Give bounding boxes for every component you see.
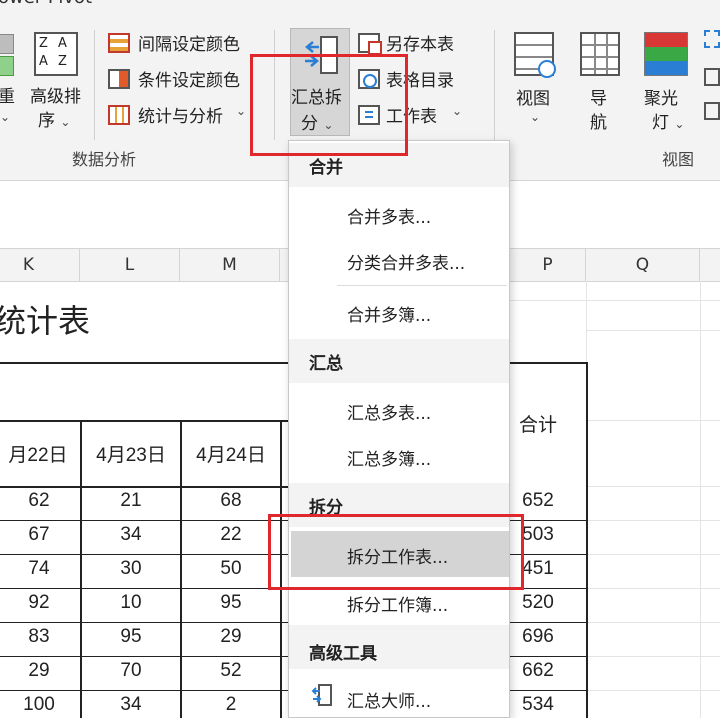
table-cell[interactable]: 67 (0, 524, 80, 546)
reorder-button-label[interactable]: 重 (0, 82, 15, 107)
spotlight-label: 聚光 (644, 89, 678, 109)
table-cell[interactable]: 29 (0, 660, 80, 682)
table-cell[interactable]: 100 (0, 694, 80, 716)
table-cell[interactable]: 74 (0, 558, 80, 580)
table-cell[interactable]: 21 (82, 490, 180, 512)
header-apr22[interactable]: 月22日 (0, 440, 80, 467)
table-cell[interactable]: 34 (82, 524, 180, 546)
interval-color-label: 间隔设定颜色 (138, 35, 240, 55)
column-header-p[interactable]: P (510, 249, 586, 281)
interval-color-icon (108, 33, 130, 53)
table-cell[interactable]: 520 (512, 592, 564, 614)
chevron-down-icon: ⌄ (530, 110, 541, 124)
menu-section-summary: 汇总 (309, 354, 343, 374)
table-cell[interactable]: 62 (0, 490, 80, 512)
table-cell[interactable]: 22 (182, 524, 280, 546)
chevron-down-icon: ⌄ (0, 110, 11, 124)
advanced-sort-label-2[interactable]: 序 ⌄ (38, 106, 70, 131)
header-apr24[interactable]: 4月24日 (182, 440, 280, 467)
sheet-title: 统计表 (0, 302, 91, 340)
save-as-table-label: 另存本表 (386, 35, 454, 55)
table-cell[interactable]: 34 (82, 694, 180, 716)
table-cell[interactable]: 30 (82, 558, 180, 580)
chevron-down-icon: ⌄ (452, 104, 463, 118)
column-header-m[interactable]: M (180, 249, 280, 281)
table-cell[interactable]: 29 (182, 626, 280, 648)
highlight-split-worksheet (268, 514, 524, 590)
header-apr23[interactable]: 4月23日 (82, 440, 180, 467)
header-total[interactable]: 合计 (510, 410, 566, 437)
reorder-icon (0, 34, 14, 76)
spotlight-button[interactable]: 聚光 灯 ⌄ (640, 32, 700, 133)
spotlight-label-2: 灯 ⌄ (652, 113, 685, 133)
view-button[interactable]: 视图 ⌄ (510, 32, 558, 132)
app-title: ower Pivot (0, 0, 92, 8)
advanced-sort-label[interactable]: 高级排 (30, 82, 81, 107)
table-cell[interactable]: 52 (182, 660, 280, 682)
menu-section-merge: 合并 (309, 158, 343, 178)
table-cell[interactable]: 2 (182, 694, 280, 716)
navigation-button[interactable]: 导 航 (576, 32, 624, 133)
column-header-k[interactable]: K (0, 249, 80, 281)
menu-section-advanced-tools: 高级工具 (309, 644, 377, 664)
conditional-color-icon (108, 69, 130, 89)
column-header-q[interactable]: Q (586, 249, 700, 281)
table-cell[interactable]: 696 (512, 626, 564, 648)
table-cell[interactable]: 534 (512, 694, 564, 716)
group-label-data-analysis: 数据分析 (72, 150, 137, 169)
view-label: 视图 (516, 89, 550, 109)
navigation-label: 导 (590, 89, 607, 109)
conditional-color-label: 条件设定颜色 (138, 71, 240, 91)
menu-item-category-merge[interactable]: 分类合并多表... (347, 249, 465, 274)
summary-split-menu: 合并 合并多表... 分类合并多表... 合并多簿... 汇总 汇总多表... … (288, 140, 510, 718)
table-cell[interactable]: 95 (182, 592, 280, 614)
advanced-sort-icon[interactable]: ZA AZ (34, 32, 78, 76)
spotlight-icon (644, 32, 688, 76)
table-cell[interactable]: 10 (82, 592, 180, 614)
summary-master-icon (311, 683, 333, 707)
navigation-icon (580, 32, 620, 76)
chevron-down-icon: ⌄ (236, 104, 247, 118)
menu-item-merge-workbooks[interactable]: 合并多簿... (347, 301, 431, 326)
save-as-table-icon (358, 33, 382, 55)
table-cell[interactable]: 95 (82, 626, 180, 648)
stats-analysis-icon (108, 105, 130, 125)
table-cell[interactable]: 652 (512, 490, 564, 512)
table-cell[interactable]: 70 (82, 660, 180, 682)
menu-item-split-workbook[interactable]: 拆分工作簿... (347, 591, 448, 616)
column-header-l[interactable]: L (80, 249, 180, 281)
table-cell[interactable]: 50 (182, 558, 280, 580)
group-label-view: 视图 (662, 150, 695, 169)
table-cell[interactable]: 92 (0, 592, 80, 614)
menu-item-summary-sheets[interactable]: 汇总多表... (347, 399, 431, 424)
view-icon (514, 32, 556, 78)
table-cell[interactable]: 83 (0, 626, 80, 648)
navigation-label-2: 航 (590, 113, 607, 133)
more-icon[interactable] (704, 30, 720, 130)
table-cell[interactable]: 68 (182, 490, 280, 512)
stats-analysis-label: 统计与分析 (138, 107, 223, 127)
menu-item-summary-workbooks[interactable]: 汇总多簿... (347, 445, 431, 470)
table-cell[interactable]: 662 (512, 660, 564, 682)
highlight-summary-split (250, 54, 408, 156)
menu-item-summary-master[interactable]: 汇总大师... (347, 687, 431, 712)
menu-item-merge-sheets[interactable]: 合并多表... (347, 203, 431, 228)
